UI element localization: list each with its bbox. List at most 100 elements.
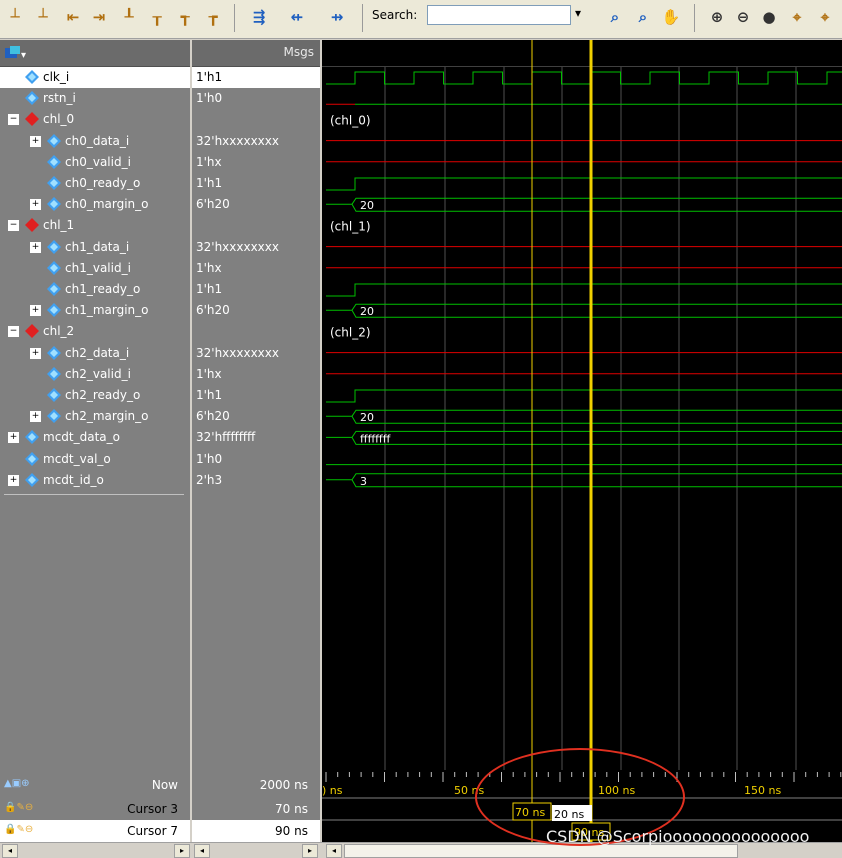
value-row[interactable]: 1'h1 <box>192 173 320 194</box>
signal-row[interactable]: ch0_ready_o <box>0 173 190 194</box>
wave-falling-edge-icon[interactable]: ┸ <box>118 6 140 28</box>
waveform-canvas[interactable]: (chl_0) (chl_1) (chl_2) 20 20 20 ffffffff 3 <box>322 40 842 770</box>
signal-blue-icon <box>47 154 61 169</box>
value-row[interactable]: 1'hx <box>192 364 320 385</box>
search-options-icon[interactable]: ✋ <box>660 6 682 28</box>
expand-icon[interactable]: + <box>30 199 41 211</box>
value-row[interactable]: 1'hx <box>192 152 320 173</box>
signal-row[interactable]: clk_i <box>0 67 190 88</box>
signal-value: 1'h1 <box>196 388 223 402</box>
expand-icon[interactable]: + <box>30 135 41 147</box>
value-row[interactable] <box>192 321 320 342</box>
zoom-cursor-icon[interactable]: ⌖ <box>786 6 808 28</box>
signal-row[interactable]: + ch1_margin_o <box>0 300 190 321</box>
cursor-lock-icon[interactable]: 🔒✎⊖ <box>4 802 33 813</box>
signal-blue-icon <box>47 133 61 148</box>
signal-row[interactable]: ch0_valid_i <box>0 152 190 173</box>
ch1-margin-bus <box>326 303 842 318</box>
collapse-icon[interactable]: − <box>8 326 19 338</box>
signal-row[interactable]: ch2_ready_o <box>0 385 190 406</box>
wave-prev-edge-icon[interactable]: ⇤ <box>62 6 84 28</box>
cursor-lock-icon[interactable]: 🔒✎⊖ <box>4 824 33 835</box>
signal-name: rstn_i <box>43 91 76 106</box>
value-row[interactable]: 1'h1 <box>192 279 320 300</box>
signal-row[interactable]: ch1_valid_i <box>0 258 190 279</box>
signal-blue-icon <box>47 197 61 212</box>
signal-value: 1'hx <box>196 366 222 381</box>
waveform-pane[interactable]: (chl_0) (chl_1) (chl_2) 20 20 20 ffffffff 3 <box>322 40 842 770</box>
value-row[interactable] <box>192 109 320 130</box>
value-row[interactable] <box>192 215 320 236</box>
expand-icon[interactable]: + <box>30 241 41 253</box>
wave-find-previous-icon[interactable]: ┱ <box>174 6 196 28</box>
wave-edge-up-icon[interactable]: ┴ <box>4 6 26 28</box>
signal-name: mcdt_data_o <box>43 430 120 445</box>
wave-find-next-icon[interactable]: ┲ <box>202 6 224 28</box>
insert-cursor-icon[interactable]: ⇶ <box>248 6 270 28</box>
timeline-label: 150 ns <box>744 784 781 797</box>
cursor7-row[interactable]: 🔒✎⊖ Cursor 7 <box>0 820 190 842</box>
wave-list-icon[interactable]: ▾ <box>4 45 28 61</box>
lock-cursor-icon[interactable]: ⇸ <box>326 6 348 28</box>
value-row[interactable]: 1'h1 <box>192 67 320 88</box>
collapse-icon[interactable]: − <box>8 114 19 126</box>
value-row[interactable]: 32'hxxxxxxxx <box>192 343 320 364</box>
signal-row[interactable]: + ch2_margin_o <box>0 406 190 427</box>
signal-row[interactable]: − chl_2 <box>0 321 190 342</box>
search-input[interactable] <box>427 5 571 25</box>
value-row[interactable]: 32'hxxxxxxxx <box>192 237 320 258</box>
cursor-values-pane: 2000 ns 70 ns 90 ns <box>192 770 320 842</box>
zoom-out-icon[interactable]: ⊖ <box>732 6 754 28</box>
wave-rising-edge-icon[interactable]: ┰ <box>146 6 168 28</box>
signal-row[interactable]: mcdt_val_o <box>0 449 190 470</box>
signal-row[interactable]: ch1_ready_o <box>0 279 190 300</box>
signal-row[interactable]: − chl_1 <box>0 215 190 236</box>
expand-icon[interactable]: + <box>8 474 19 486</box>
value-row[interactable]: 32'hxxxxxxxx <box>192 131 320 152</box>
search-forward-icon[interactable]: ⌕ <box>604 6 626 28</box>
now-row-icons[interactable]: ▲▣⊕ <box>4 778 30 789</box>
signal-row[interactable]: ch2_valid_i <box>0 364 190 385</box>
signal-row[interactable]: + ch1_data_i <box>0 237 190 258</box>
signal-name: chl_2 <box>43 324 75 339</box>
signal-row[interactable]: rstn_i <box>0 88 190 109</box>
zoom-range-icon[interactable]: ⌖ <box>814 6 836 28</box>
cursor3-row[interactable]: 🔒✎⊖ Cursor 3 <box>0 798 190 820</box>
search-backward-icon[interactable]: ⌕ <box>632 6 654 28</box>
signal-value: 32'hxxxxxxxx <box>196 345 279 360</box>
expand-icon[interactable]: + <box>30 305 41 317</box>
cursor3-value-row: 70 ns <box>192 798 320 820</box>
value-row[interactable]: 1'h0 <box>192 88 320 109</box>
value-row[interactable]: 6'h20 <box>192 300 320 321</box>
value-row[interactable]: 1'h1 <box>192 385 320 406</box>
signal-name: ch1_ready_o <box>65 282 141 296</box>
expand-icon[interactable]: + <box>8 432 19 444</box>
list-end-marker <box>4 494 184 495</box>
signal-blue-icon <box>47 282 61 296</box>
search-dropdown-icon[interactable]: ▾ <box>575 6 581 20</box>
value-row[interactable]: 1'hx <box>192 258 320 279</box>
collapse-icon[interactable]: − <box>8 220 19 232</box>
delete-cursor-icon[interactable]: ⇷ <box>286 6 308 28</box>
signal-row[interactable]: + mcdt_id_o <box>0 470 190 491</box>
signal-row[interactable]: − chl_0 <box>0 109 190 130</box>
signal-blue-icon <box>25 70 39 84</box>
value-row[interactable]: 2'h3 <box>192 470 320 491</box>
wave-next-edge-icon[interactable]: ⇥ <box>88 6 110 28</box>
value-row[interactable]: 6'h20 <box>192 406 320 427</box>
signal-row[interactable]: + ch0_data_i <box>0 131 190 152</box>
signal-row[interactable]: + mcdt_data_o <box>0 427 190 448</box>
zoom-in-icon[interactable]: ⊕ <box>706 6 728 28</box>
wave-edge-down-icon[interactable]: ┴ <box>32 6 54 28</box>
signal-row[interactable]: + ch0_margin_o <box>0 194 190 215</box>
signal-row[interactable]: + ch2_data_i <box>0 343 190 364</box>
signal-value: 6'h20 <box>196 409 230 424</box>
value-row[interactable]: 1'h0 <box>192 449 320 470</box>
expand-icon[interactable]: + <box>30 411 41 423</box>
value-row[interactable]: 32'hffffffff <box>192 427 320 448</box>
expand-icon[interactable]: + <box>30 347 41 359</box>
signal-value: 32'hffffffff <box>196 430 256 445</box>
zoom-full-icon[interactable]: ● <box>758 6 780 28</box>
signal-name: ch0_valid_i <box>65 154 131 169</box>
value-row[interactable]: 6'h20 <box>192 194 320 215</box>
